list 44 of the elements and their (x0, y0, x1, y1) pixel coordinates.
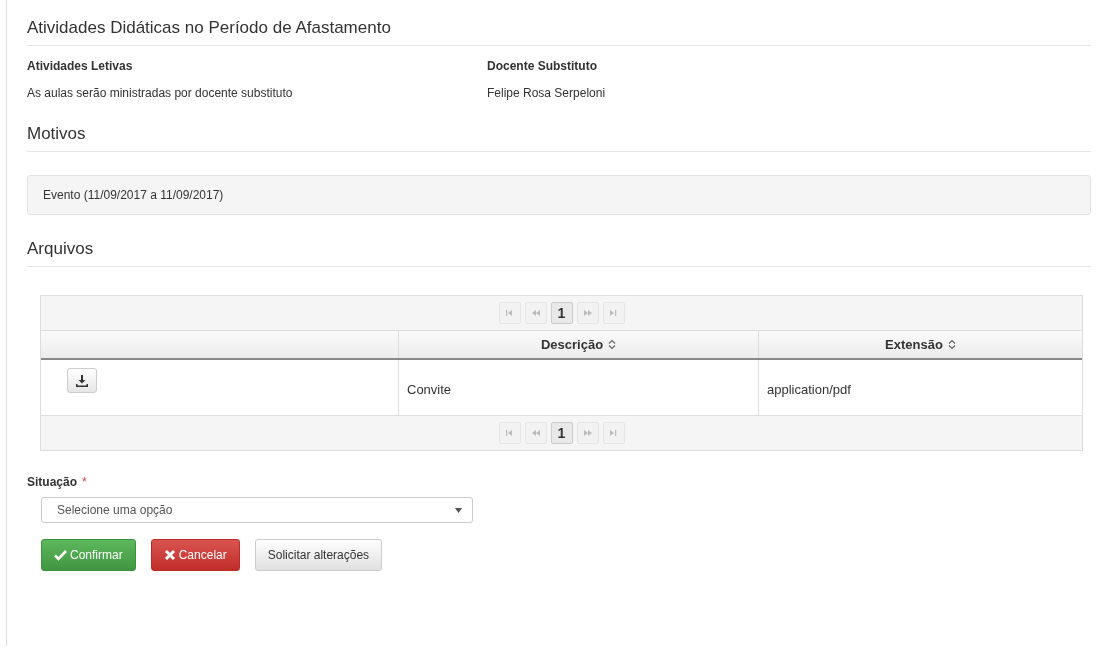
cancel-button[interactable]: Cancelar (150, 539, 240, 571)
download-button[interactable] (67, 368, 97, 393)
header-text: Extensão (885, 337, 943, 352)
download-icon (76, 374, 88, 387)
field-label: Atividades Letivas (27, 59, 134, 73)
page-button[interactable]: 1 (550, 422, 573, 444)
next-page-icon (582, 429, 593, 437)
column-header[interactable]: Extensão (758, 331, 1082, 358)
page-button[interactable] (498, 302, 521, 324)
page-button[interactable] (602, 422, 625, 444)
page-button[interactable] (498, 422, 521, 444)
page-button[interactable]: 1 (550, 302, 573, 324)
field-label: Situação (27, 475, 77, 489)
first-page-icon (504, 309, 515, 317)
last-page-icon (608, 429, 619, 437)
required-marker: * (82, 475, 87, 489)
reason-text: Evento (11/09/2017 a 11/09/2017) (43, 188, 224, 202)
field-value: Felipe Rosa Serpeloni (487, 86, 607, 100)
sort-icon (947, 339, 956, 350)
next-page-icon (582, 309, 593, 317)
page-button[interactable] (576, 422, 599, 444)
column-header[interactable]: Descrição (398, 331, 758, 358)
table-cell: Convite (398, 360, 758, 415)
field-value: As aulas serão ministradas por docente substituto (27, 86, 294, 100)
first-page-icon (504, 429, 515, 437)
section-heading: Atividades Didáticas no Período de Afastamento (27, 18, 1091, 46)
page-button[interactable] (602, 302, 625, 324)
cross-icon (163, 549, 176, 561)
last-page-icon (608, 309, 619, 317)
status-select[interactable]: Selecione uma opção (41, 497, 473, 523)
field-label: Docente Substituto (487, 59, 598, 73)
previous-page-icon (530, 309, 541, 317)
section-heading: Motivos (27, 124, 1091, 152)
page-button[interactable] (524, 302, 547, 324)
check-icon (54, 549, 67, 561)
sort-icon (608, 339, 617, 350)
page-button[interactable] (524, 422, 547, 444)
page-button[interactable] (576, 302, 599, 324)
dropdown-caret-icon (455, 507, 462, 513)
section-heading: Arquivos (27, 239, 1091, 267)
table-cell: application/pdf (758, 360, 1082, 415)
request-changes-button[interactable]: Solicitar alterações (254, 539, 383, 571)
previous-page-icon (530, 429, 541, 437)
header-text: Descrição (540, 337, 604, 352)
